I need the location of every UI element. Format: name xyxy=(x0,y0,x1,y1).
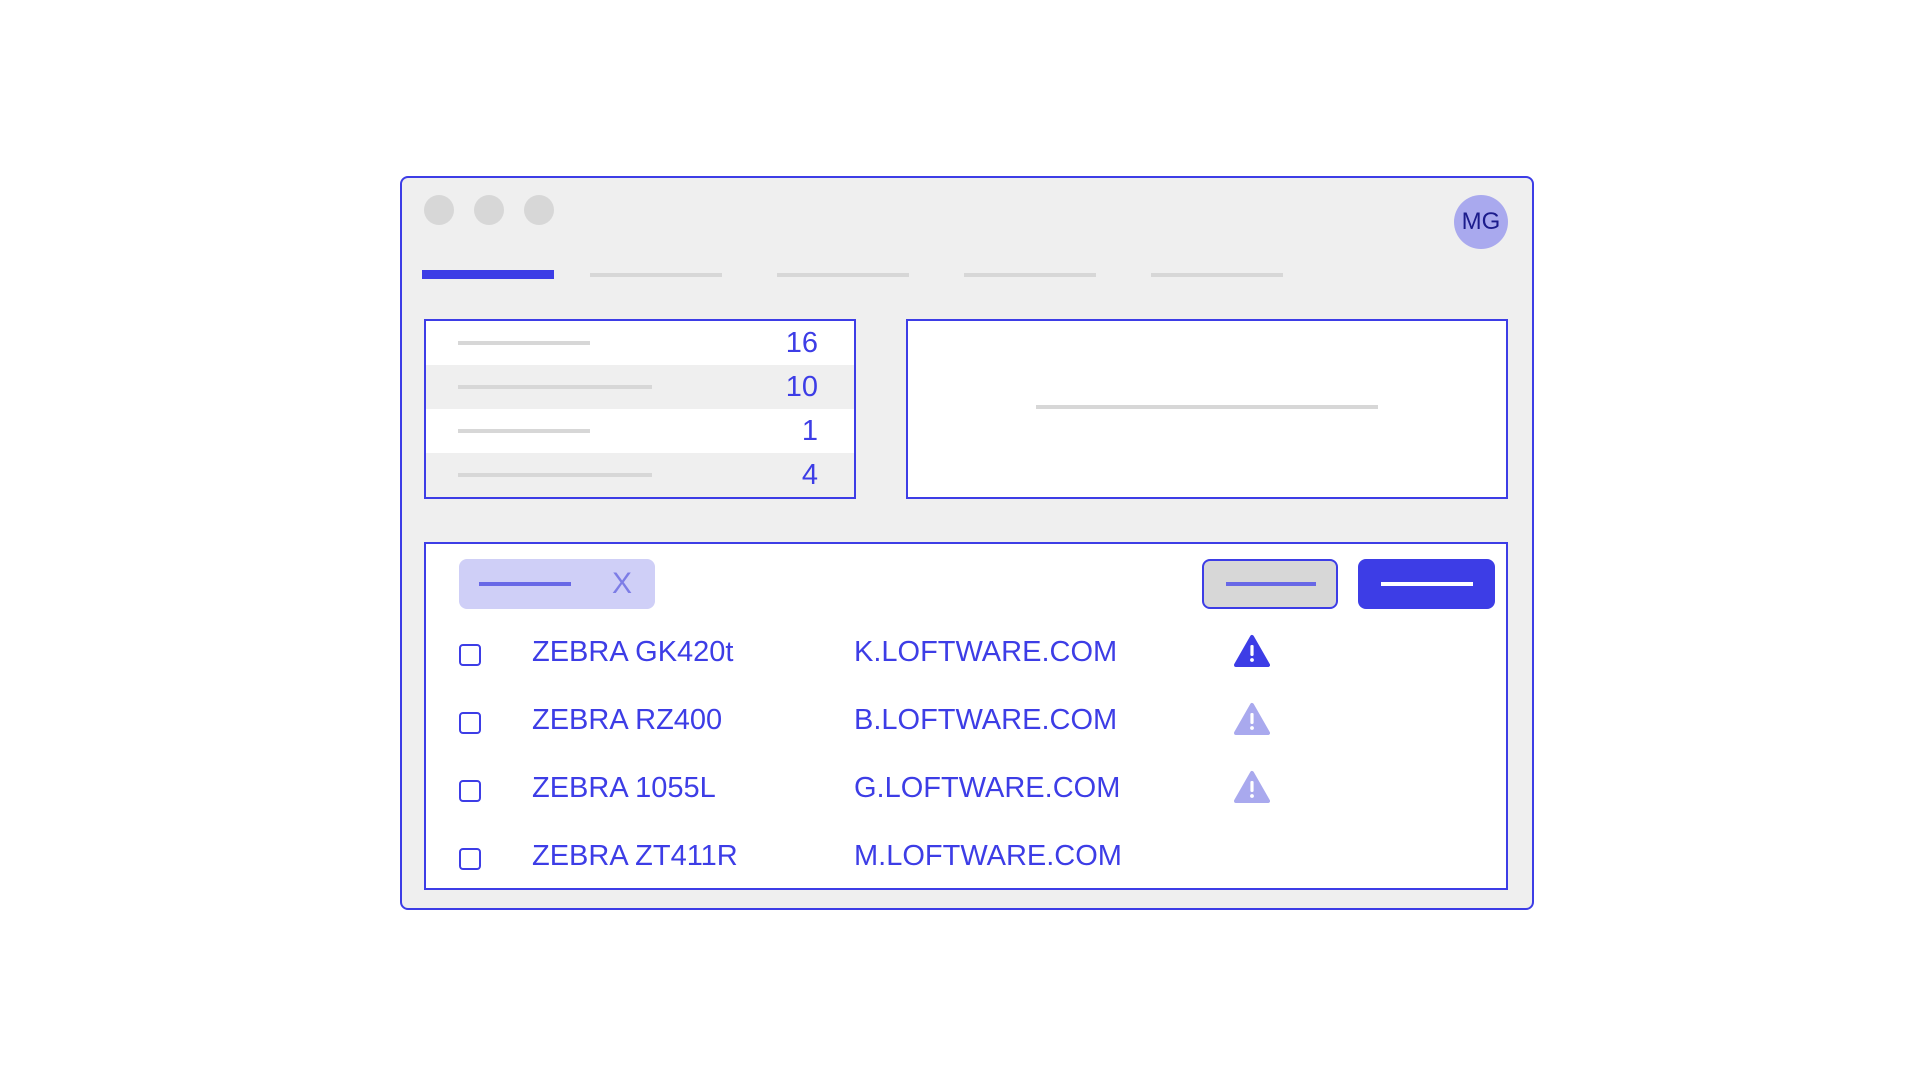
stat-label-placeholder xyxy=(458,429,590,433)
app-window: MG 16 10 1 4 X ZEBRA GK420t K.LOFTWARE.C… xyxy=(400,176,1534,910)
warning-icon xyxy=(1234,703,1270,735)
primary-button[interactable] xyxy=(1358,559,1495,609)
stat-row: 1 xyxy=(426,409,854,453)
clear-filter-icon[interactable]: X xyxy=(612,567,632,601)
printer-host: B.LOFTWARE.COM xyxy=(854,704,1118,736)
printer-name: ZEBRA RZ400 xyxy=(532,704,723,736)
stat-label-placeholder xyxy=(458,385,652,389)
printer-name: ZEBRA GK420t xyxy=(532,636,734,668)
stat-value: 16 xyxy=(785,327,818,359)
printer-host: M.LOFTWARE.COM xyxy=(854,840,1122,872)
printer-host: K.LOFTWARE.COM xyxy=(854,636,1118,668)
stat-label-placeholder xyxy=(458,473,652,477)
row-checkbox[interactable] xyxy=(459,712,481,734)
secondary-button[interactable] xyxy=(1202,559,1338,609)
tab-2[interactable] xyxy=(590,273,722,277)
detail-placeholder xyxy=(1036,405,1378,409)
table-row[interactable]: ZEBRA 1055L G.LOFTWARE.COM xyxy=(426,758,1506,826)
window-maximize-dot[interactable] xyxy=(524,195,554,225)
stat-row: 4 xyxy=(426,453,854,497)
table-row[interactable]: ZEBRA GK420t K.LOFTWARE.COM xyxy=(426,622,1506,690)
secondary-button-label-placeholder xyxy=(1226,582,1316,586)
filter-chip[interactable]: X xyxy=(459,559,655,609)
stat-label-placeholder xyxy=(458,341,590,345)
primary-button-label-placeholder xyxy=(1381,582,1473,586)
stats-panel: 16 10 1 4 xyxy=(424,319,856,499)
warning-icon xyxy=(1234,635,1270,667)
row-checkbox[interactable] xyxy=(459,780,481,802)
window-close-dot[interactable] xyxy=(424,195,454,225)
stat-value: 10 xyxy=(785,371,818,403)
tab-4[interactable] xyxy=(964,273,1096,277)
avatar[interactable]: MG xyxy=(1454,195,1508,249)
stat-value: 1 xyxy=(801,415,818,447)
row-checkbox[interactable] xyxy=(459,848,481,870)
tab-3[interactable] xyxy=(777,273,909,277)
tab-5[interactable] xyxy=(1151,273,1283,277)
table-row[interactable]: ZEBRA ZT411R M.LOFTWARE.COM xyxy=(426,826,1506,888)
filter-chip-label-placeholder xyxy=(479,582,571,586)
stat-row: 16 xyxy=(426,321,854,365)
tab-1-active[interactable] xyxy=(422,270,554,279)
stat-value: 4 xyxy=(801,459,818,491)
row-checkbox[interactable] xyxy=(459,644,481,666)
warning-icon xyxy=(1234,771,1270,803)
stat-row: 10 xyxy=(426,365,854,409)
table-row[interactable]: ZEBRA RZ400 B.LOFTWARE.COM xyxy=(426,690,1506,758)
printer-list-panel: X ZEBRA GK420t K.LOFTWARE.COM ZEBRA RZ40… xyxy=(424,542,1508,890)
detail-panel xyxy=(906,319,1508,499)
printer-name: ZEBRA ZT411R xyxy=(532,840,738,872)
window-minimize-dot[interactable] xyxy=(474,195,504,225)
printer-name: ZEBRA 1055L xyxy=(532,772,716,804)
printer-host: G.LOFTWARE.COM xyxy=(854,772,1121,804)
